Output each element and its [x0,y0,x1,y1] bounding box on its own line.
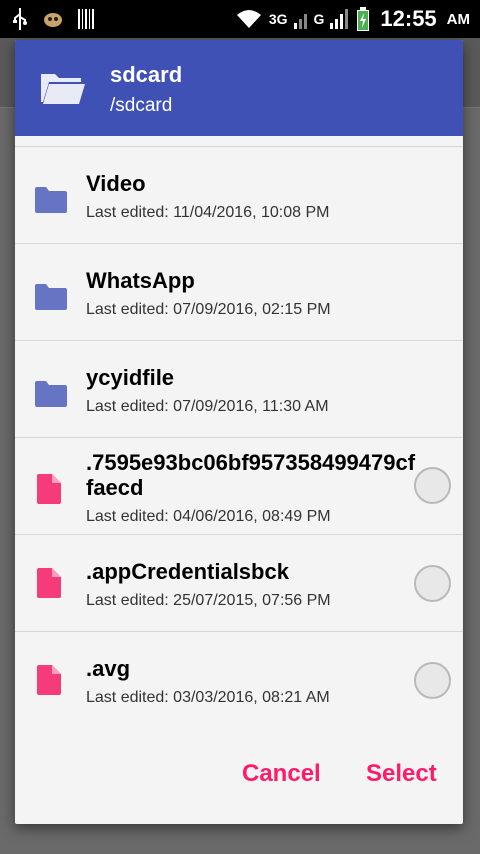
item-name: ycyidfile [86,365,175,390]
list-item[interactable]: WhatsApp Last edited: 07/09/2016, 02:15 … [15,243,463,340]
status-indicators: 3G G 12:55 AM [235,6,470,32]
status-bar: 3G G 12:55 AM [0,0,480,38]
file-icon [37,568,61,598]
list-item[interactable]: ycyidfile Last edited: 07/09/2016, 11:30… [15,340,463,437]
select-radio[interactable] [414,467,451,504]
network-3g-label: 3G [268,11,288,27]
signal-icon [293,14,307,29]
dialog-actions: Cancel Select [15,740,463,810]
folder-icon [35,381,67,407]
item-date: Last edited: 04/06/2016, 08:49 PM [86,508,331,525]
list-item[interactable]: .7595e93bc06bf957358499479cffaecd Last e… [15,437,463,534]
file-icon [37,474,61,504]
barcode-icon [78,9,94,29]
battery-charging-icon [357,7,370,31]
item-date: Last edited: 11/04/2016, 10:08 PM [86,204,330,221]
app-notification-icon [44,13,62,27]
signal-icon-2 [330,9,349,29]
item-date: Last edited: 03/03/2016, 08:21 AM [86,689,330,706]
select-radio[interactable] [414,662,451,699]
item-name: .appCredentialsbck [86,559,289,584]
cancel-button[interactable]: Cancel [242,760,321,788]
network-g-label: G [313,11,325,27]
dialog-title: sdcard [110,62,183,87]
dialog-header: sdcard /sdcard [15,40,463,136]
list-item[interactable]: .avg Last edited: 03/03/2016, 08:21 AM [15,631,463,728]
file-picker-dialog: sdcard /sdcard Video Last edited: 11/04/… [15,40,463,824]
clock-time: 12:55 [380,6,437,31]
folder-open-icon [41,74,85,104]
item-name: .avg [86,656,131,681]
dialog-path: /sdcard [110,95,173,116]
list-item[interactable]: Video Last edited: 11/04/2016, 10:08 PM [15,146,463,243]
item-date: Last edited: 25/07/2015, 07:56 PM [86,592,331,609]
folder-icon [35,284,67,310]
clock-ampm: AM [446,10,470,28]
list-item[interactable]: .appCredentialsbck Last edited: 25/07/20… [15,534,463,631]
item-date: Last edited: 07/09/2016, 02:15 PM [86,301,331,318]
file-icon [37,665,61,695]
item-name: .7595e93bc06bf957358499479cffaecd [86,450,416,500]
item-name: WhatsApp [86,268,195,293]
folder-icon [35,187,67,213]
wifi-icon [236,10,261,28]
status-notifications [12,8,94,30]
usb-icon [13,8,27,30]
file-list[interactable]: Video Last edited: 11/04/2016, 10:08 PM … [15,146,463,728]
item-name: Video [86,171,146,196]
select-radio[interactable] [414,565,451,602]
select-button[interactable]: Select [366,760,437,788]
item-date: Last edited: 07/09/2016, 11:30 AM [86,398,329,415]
